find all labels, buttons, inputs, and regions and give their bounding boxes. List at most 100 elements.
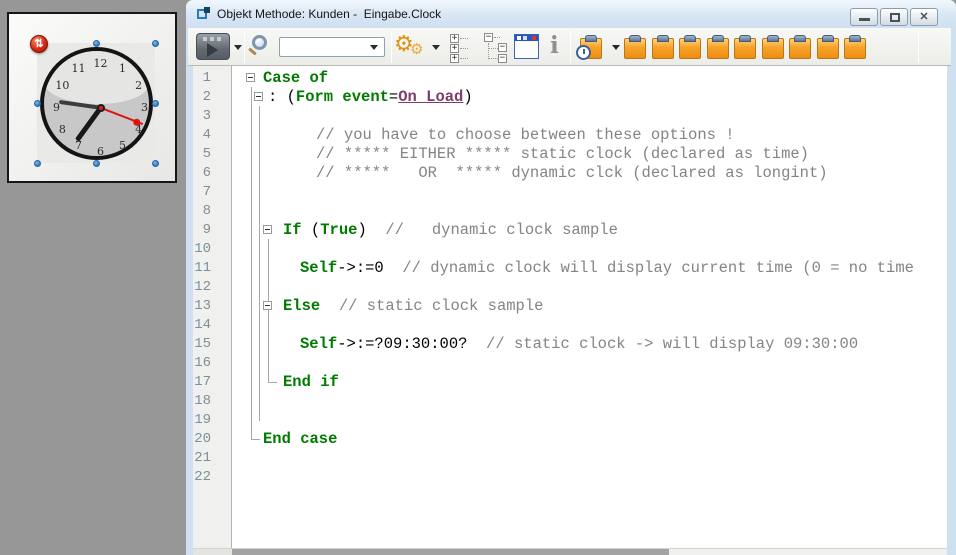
code-text: Self->:=0 // dynamic clock will display … — [300, 259, 914, 278]
clipboard-slot-icon[interactable] — [624, 35, 646, 59]
clipboard-clip — [767, 35, 779, 42]
clipboard-clip — [822, 35, 834, 42]
toolbar: ⚙ ⚙ + + + − − − i — [188, 28, 951, 66]
code-editor[interactable]: 12345678910111213141516171819202122 Case… — [193, 66, 947, 548]
code-text: Else // static clock sample — [283, 297, 543, 316]
minimize-button[interactable] — [850, 8, 878, 26]
clipboard-clip — [794, 35, 806, 42]
toolbar-separator — [570, 31, 571, 63]
clock-numeral: 3 — [137, 102, 153, 114]
code-text: Case of — [263, 69, 328, 88]
clipboard-slot-icon[interactable] — [817, 35, 839, 59]
code-line[interactable]: Case of — [193, 69, 947, 88]
code-text: End if — [283, 373, 339, 392]
selection-handle[interactable] — [152, 160, 159, 167]
clipboard-dropdown-arrow[interactable] — [612, 45, 620, 50]
maximize-button[interactable] — [880, 8, 908, 26]
titlebar[interactable]: Objekt Methode: Kunden - Eingabe.Clock ✕ — [186, 0, 956, 28]
clipboard-clip — [712, 35, 724, 42]
toolbar-separator — [918, 31, 919, 63]
code-text: End case — [263, 430, 337, 449]
macros-icon-titlebar — [515, 35, 538, 41]
line-number: 21 — [193, 449, 211, 468]
clock-numeral: 11 — [71, 63, 87, 75]
selection-handle[interactable] — [34, 160, 41, 167]
execute-method-button[interactable] — [196, 33, 230, 60]
clock-numeral: 10 — [54, 80, 70, 92]
clipboard-clip — [684, 35, 696, 42]
method-icon — [196, 7, 210, 21]
code-text: If (True) // dynamic clock sample — [283, 221, 618, 240]
mini-clock-icon — [576, 45, 591, 60]
fold-marker-icon[interactable] — [254, 92, 263, 101]
toolbar-separator — [391, 31, 392, 63]
method-editor-window: Objekt Methode: Kunden - Eingabe.Clock ✕… — [186, 0, 956, 555]
selection-handle[interactable] — [93, 160, 100, 167]
clock-numeral: 1 — [115, 63, 131, 75]
gear-small-icon: ⚙ — [410, 40, 423, 58]
line-number: 10 — [193, 240, 211, 259]
scrollbar-corner — [193, 549, 232, 555]
horizontal-scrollbar[interactable] — [193, 548, 947, 555]
clipboard-clip — [657, 35, 669, 42]
code-line[interactable]: Else // static clock sample — [193, 297, 947, 316]
clock-numeral: 6 — [93, 146, 109, 158]
code-line[interactable]: Self->:=?09:30:00? // static clock -> wi… — [193, 335, 947, 354]
code-line[interactable]: End case — [193, 430, 947, 449]
close-icon: ✕ — [911, 10, 937, 23]
line-number: 19 — [193, 411, 211, 430]
line-number: 14 — [193, 316, 211, 335]
code-line[interactable]: : (Form event=On Load) — [193, 88, 947, 107]
line-number: 12 — [193, 278, 211, 297]
execute-button-decoration — [203, 37, 223, 41]
code-line[interactable]: End if — [193, 373, 947, 392]
info-icon[interactable]: i — [550, 32, 559, 60]
line-number: 18 — [193, 392, 211, 411]
fold-marker-icon[interactable] — [246, 73, 255, 82]
clipboard-slot-icon[interactable] — [679, 35, 701, 59]
selection-handle[interactable] — [152, 100, 159, 107]
clock-numeral: 5 — [115, 140, 131, 152]
code-text: // ***** EITHER ***** static clock (decl… — [316, 145, 809, 164]
clipboard-clip — [739, 35, 751, 42]
paste-clipboard-clock-icon[interactable] — [580, 35, 602, 59]
line-number: 7 — [193, 183, 211, 202]
clock-numeral: 12 — [93, 58, 109, 70]
fold-marker-icon[interactable] — [263, 301, 272, 310]
selection-handle[interactable] — [34, 100, 41, 107]
clipboard-clip — [585, 35, 597, 42]
scrollbar-thumb[interactable] — [232, 549, 669, 555]
search-dropdown-arrow[interactable] — [370, 45, 378, 50]
line-number: 16 — [193, 354, 211, 373]
line-number: 3 — [193, 107, 211, 126]
clipboard-slot-icon[interactable] — [844, 35, 866, 59]
fold-marker-icon[interactable] — [263, 225, 272, 234]
toolbar-separator — [244, 31, 245, 63]
clipboard-clip — [849, 35, 861, 42]
code-text: // you have to choose between these opti… — [316, 126, 735, 145]
clipboard-slot-icon[interactable] — [652, 35, 674, 59]
macros-icon[interactable] — [514, 34, 539, 59]
selection-handle[interactable] — [93, 40, 100, 47]
clipboard-slot-icon[interactable] — [734, 35, 756, 59]
execute-dropdown-arrow[interactable] — [234, 45, 242, 50]
clipboard-slot-icon[interactable] — [707, 35, 729, 59]
window-title: Objekt Methode: Kunden - Eingabe.Clock — [217, 0, 441, 28]
analog-clock-widget[interactable]: 123456789101112 — [40, 47, 153, 160]
code-line[interactable]: // you have to choose between these opti… — [193, 126, 947, 145]
maximize-icon — [890, 13, 900, 22]
code-text: // ***** OR ***** dynamic clck (declared… — [316, 164, 828, 183]
code-line[interactable]: // ***** EITHER ***** static clock (decl… — [193, 145, 947, 164]
close-button[interactable]: ✕ — [910, 8, 938, 26]
code-line[interactable]: If (True) // dynamic clock sample — [193, 221, 947, 240]
code-line[interactable]: // ***** OR ***** dynamic clck (declared… — [193, 164, 947, 183]
object-method-badge-icon[interactable]: ⇅ — [30, 35, 48, 53]
play-icon — [207, 43, 218, 57]
gear-dropdown-arrow[interactable] — [432, 45, 440, 50]
clipboard-slot-icon[interactable] — [789, 35, 811, 59]
clipboard-slot-icon[interactable] — [762, 35, 784, 59]
selection-handle[interactable] — [152, 40, 159, 47]
clock-widget-container[interactable]: 123456789101112 ⇅ — [7, 12, 177, 183]
clock-numeral: 2 — [131, 80, 147, 92]
code-line[interactable]: Self->:=0 // dynamic clock will display … — [193, 259, 947, 278]
